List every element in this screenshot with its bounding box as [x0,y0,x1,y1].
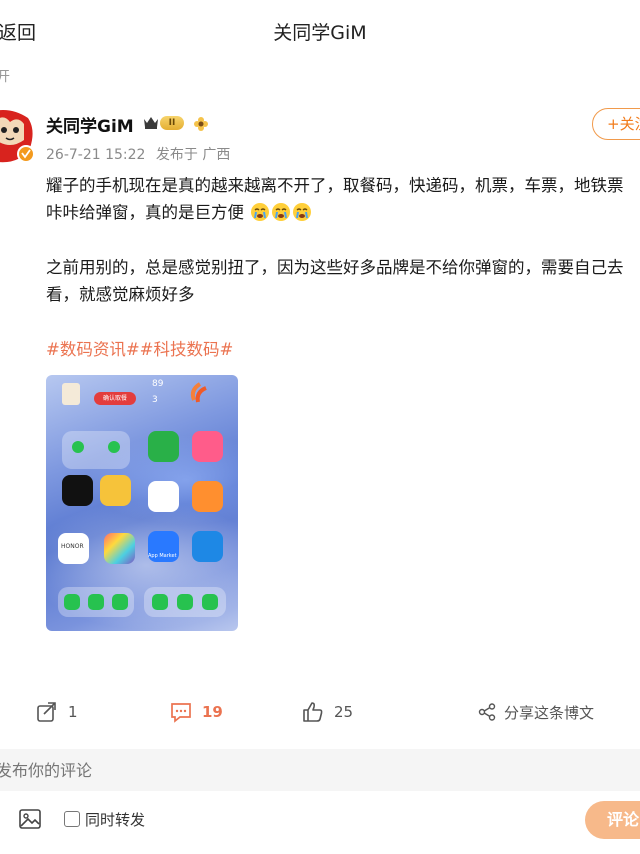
weather-temp: 89 [152,379,164,389]
comment-button[interactable]: 19 [170,700,223,724]
page-title: 关同学GiM [273,22,367,44]
post-text-line: 看，就感觉麻烦好多 [46,285,195,304]
expand-toggle[interactable]: 开 [0,66,10,86]
app-market-label: App Market [148,553,177,559]
comment-input[interactable] [0,749,640,791]
crying-emoji-icon [251,203,270,221]
wechat-icon [152,594,168,610]
weather-temp-small: 3 [152,395,158,405]
crying-emoji-icon [293,203,312,221]
wechat-icon [64,594,80,610]
like-count: 25 [334,703,354,721]
top-bar: 返回 关同学GiM [0,0,640,62]
wechat-icon [112,594,128,610]
coffee-cup-icon [62,383,80,405]
confirm-pickup-pill: 确认取餐 [94,392,136,405]
author-avatar[interactable] [0,104,36,166]
tiktok-icon [62,475,93,506]
post-image[interactable]: 确认取餐 89 3 HONOR App Market [46,375,238,631]
crown-icon [144,117,158,129]
submit-comment-button[interactable]: 评论 [585,801,640,839]
health-heart-icon [192,481,223,512]
repost-icon [37,702,56,722]
post-text-line: 耀子的手机现在是真的越来越离不开了，取餐码，快递码，机票，车票，地铁票 [46,176,624,195]
repost-count: 1 [68,703,78,721]
post-text-line: 咔咔给弹窗，真的是巨方便 [46,199,640,226]
shortcut-green-icon [108,441,120,453]
comment-count: 19 [202,703,223,721]
comment-composer: 同时转发 评论 [0,745,640,854]
wechat-icon [202,594,218,610]
gallery-icon [104,533,135,564]
follow-button[interactable]: +关注 [592,108,640,140]
repost-checkbox-label[interactable]: 同时转发 [85,809,145,830]
image-picker-icon[interactable] [18,807,42,831]
thumbs-up-icon [303,702,323,722]
hashtag-links[interactable]: #数码资讯##科技数码# [46,336,233,360]
browser-icon [192,531,223,562]
repost-button[interactable]: 1 [36,700,78,724]
share-button[interactable]: 分享这条博文 [478,700,594,724]
author-name[interactable]: 关同学GiM [46,112,134,137]
weibo-icon [100,475,131,506]
comment-icon [171,703,191,723]
flower-badge-icon [194,117,208,131]
honor-logo-icon [190,382,207,403]
level-badge: II [160,116,184,130]
wechat-icon [88,594,104,610]
post-text-line: 之前用别的，总是感觉别扭了，因为这些好多品牌是不给你弹窗的，需要自己去 [46,258,624,277]
repost-checkbox[interactable] [64,811,80,827]
action-bar: 1 19 25 分享这条博文 [0,700,640,726]
weibo-post-page: 返回 关同学GiM 开 关同学GiM II 26-7-21 15:22 发布于 … [0,0,640,854]
post-timestamp: 26-7-21 15:22 [46,147,146,163]
post-meta: 26-7-21 15:22 发布于 广西 [46,144,230,164]
meituan-green-icon [148,431,179,462]
share-label: 分享这条博文 [504,703,595,722]
music-icon [148,481,179,512]
wechat-icon [177,594,193,610]
like-button[interactable]: 25 [302,700,353,724]
post-text-segment: 咔咔给弹窗，真的是巨方便 [46,203,244,222]
post-location: 发布于 广西 [155,147,231,163]
shortcut-green-icon [72,441,84,453]
share-icon [478,703,496,721]
crying-emoji-icon [272,203,291,221]
honor-app-label: HONOR [61,543,84,550]
video-play-icon [192,431,223,462]
